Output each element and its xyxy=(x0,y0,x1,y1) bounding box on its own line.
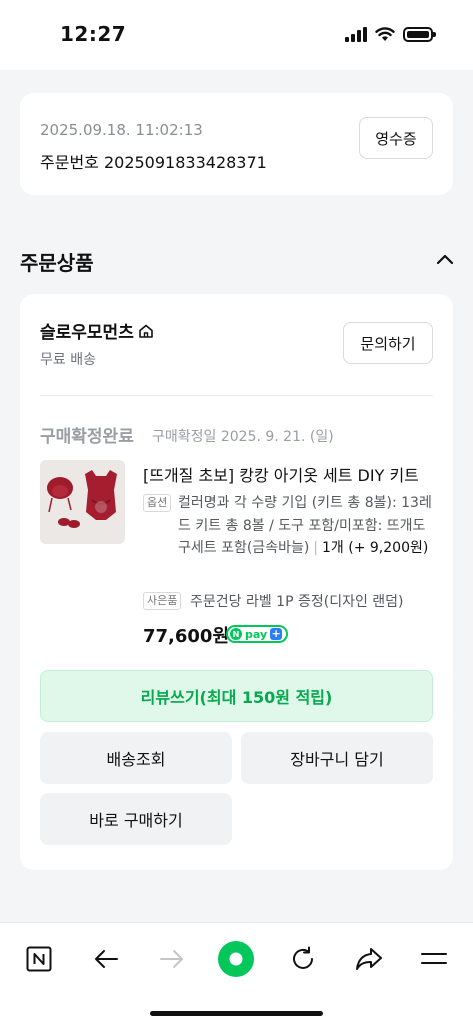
purchase-status: 구매확정완료 xyxy=(40,427,134,447)
menu-icon[interactable] xyxy=(414,939,454,979)
cellular-signal-icon xyxy=(345,26,367,42)
refresh-icon[interactable] xyxy=(283,939,323,979)
shipping-info: 무료 배송 xyxy=(40,352,96,368)
battery-icon xyxy=(403,26,436,42)
forward-arrow-icon[interactable] xyxy=(152,939,192,979)
product-name[interactable]: [뜨개질 초보] 캉캉 아기옷 세트 DIY 키트 xyxy=(143,462,433,486)
separator: | xyxy=(313,540,319,556)
write-review-button[interactable]: 리뷰쓰기(최대 150원 적립) xyxy=(40,670,433,722)
plus-icon: + xyxy=(270,627,283,640)
order-item-card: 슬로우모먼츠 무료 배송 문의하기 구매확정완료 구매확정일 2025. 9. … xyxy=(20,294,453,870)
npay-n-icon: N xyxy=(230,628,242,640)
product-thumbnail[interactable] xyxy=(40,460,125,544)
product-price: 77,600원 xyxy=(143,626,230,647)
option-quantity: 1개 (+ 9,200원) xyxy=(322,540,429,556)
buy-now-button[interactable]: 바로 구매하기 xyxy=(40,793,232,845)
section-title: 주문상품 xyxy=(20,251,94,275)
wifi-icon xyxy=(375,26,395,41)
seller-name[interactable]: 슬로우모먼츠 xyxy=(40,318,154,343)
gift-text: 주문건당 라벨 1P 증정(디자인 랜덤) xyxy=(190,594,404,610)
order-datetime: 2025.09.18. 11:02:13 xyxy=(40,121,203,139)
bottom-navigation-bar xyxy=(0,922,473,1024)
back-arrow-icon[interactable] xyxy=(86,939,126,979)
status-icons xyxy=(345,26,436,42)
status-time: 12:27 xyxy=(60,22,127,46)
receipt-button[interactable]: 영수증 xyxy=(359,117,433,159)
divider xyxy=(40,395,433,396)
inquiry-button[interactable]: 문의하기 xyxy=(343,322,433,364)
share-icon[interactable] xyxy=(349,939,389,979)
order-info-card: 2025.09.18. 11:02:13 주문번호 20250918334283… xyxy=(20,93,453,195)
order-number: 주문번호 2025091833428371 xyxy=(40,153,267,172)
naver-home-icon[interactable] xyxy=(19,939,59,979)
green-circle-icon[interactable] xyxy=(216,939,256,979)
home-indicator xyxy=(150,1011,323,1016)
add-to-cart-button[interactable]: 장바구니 담기 xyxy=(241,732,433,784)
seller-name-label: 슬로우모먼츠 xyxy=(40,323,134,343)
option-tag: 옵션 xyxy=(143,494,172,512)
chevron-up-icon[interactable] xyxy=(435,252,455,266)
track-delivery-button[interactable]: 배송조회 xyxy=(40,732,232,784)
option-details: 컬러명과 각 수량 기입 (키트 총 8볼): 13레드 키트 총 8볼 / 도… xyxy=(178,492,438,560)
gift-tag: 사은품 xyxy=(143,592,182,610)
status-bar: 12:27 xyxy=(0,0,473,70)
store-home-icon xyxy=(139,324,153,338)
npay-plus-badge: N pay + xyxy=(226,625,289,643)
baby-clothes-image xyxy=(40,460,125,544)
npay-label: pay xyxy=(245,627,268,641)
confirm-date: 구매확정일 2025. 9. 21. (일) xyxy=(152,429,334,445)
